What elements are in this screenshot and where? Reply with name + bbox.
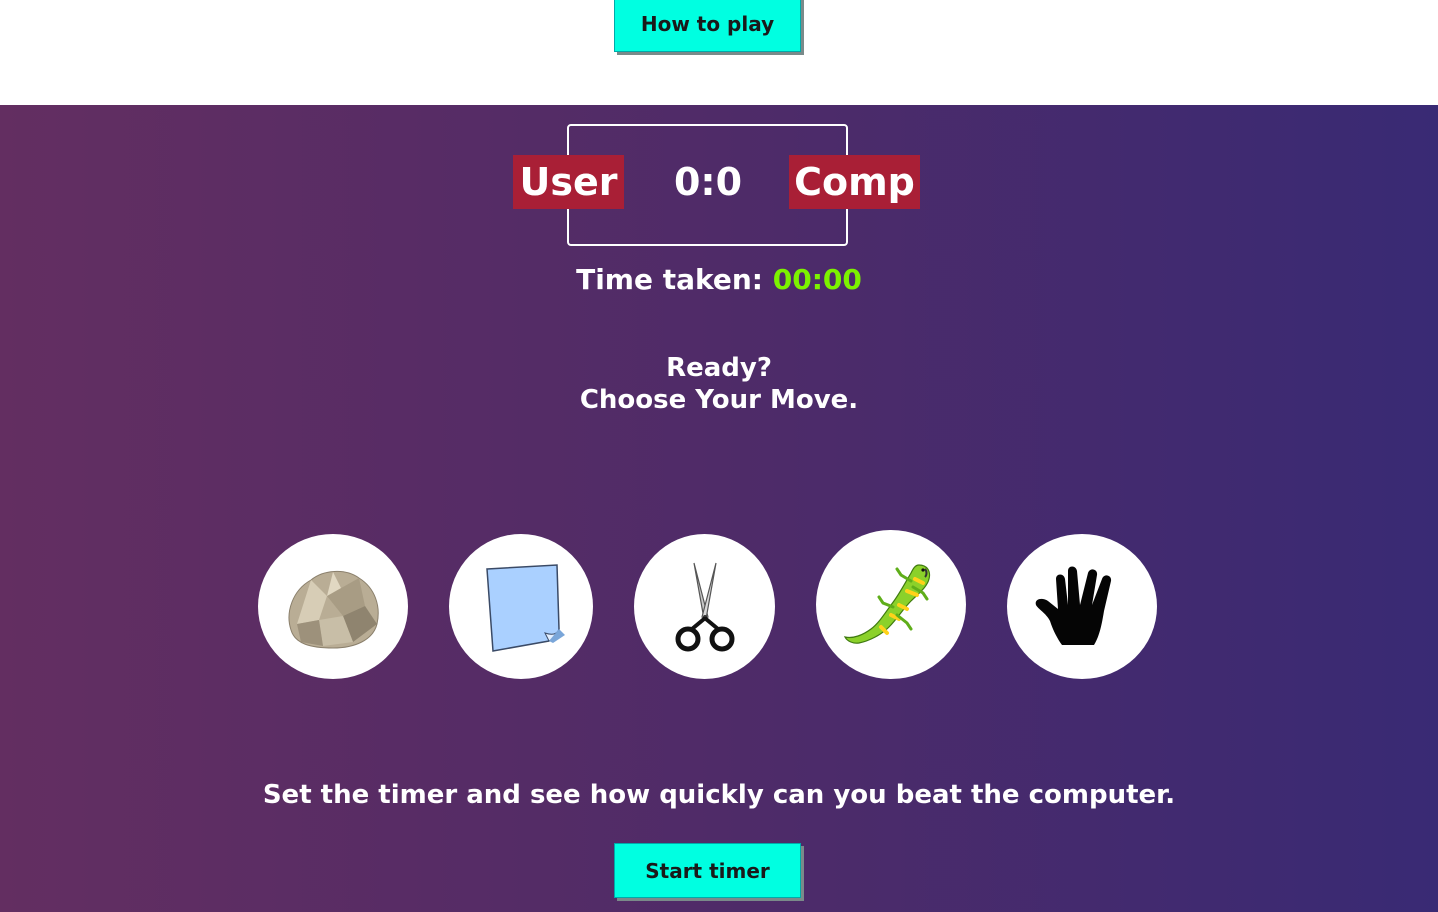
- timer-prompt: Set the timer and see how quickly can yo…: [262, 780, 1176, 810]
- choice-paper[interactable]: [449, 534, 593, 679]
- scissors-icon: [675, 562, 734, 651]
- choice-lizard[interactable]: [816, 530, 966, 679]
- top-area: How to play: [0, 0, 1438, 105]
- timer-value: 00:00: [772, 263, 862, 296]
- choice-scissors[interactable]: [634, 534, 775, 679]
- choice-rock[interactable]: [258, 534, 408, 679]
- lizard-icon: [843, 563, 931, 644]
- comp-badge: Comp: [789, 155, 920, 209]
- spock-hand-icon: [1035, 566, 1112, 645]
- user-badge: User: [513, 155, 624, 209]
- message-line-1: Ready?: [666, 353, 772, 383]
- timer-label: Time taken:: [576, 263, 763, 296]
- paper-icon: [486, 563, 565, 652]
- message-line-2: Choose Your Move.: [579, 385, 859, 415]
- how-to-play-button[interactable]: How to play: [614, 0, 801, 52]
- start-timer-button[interactable]: Start timer: [614, 843, 801, 898]
- choice-spock[interactable]: [1007, 534, 1157, 679]
- timer-line: Time taken: 00:00: [0, 263, 1438, 303]
- rock-icon: [288, 570, 379, 649]
- score-display: 0:0: [673, 160, 743, 204]
- game-area: User 0:0 Comp Time taken: 00:00 Ready? C…: [0, 105, 1438, 912]
